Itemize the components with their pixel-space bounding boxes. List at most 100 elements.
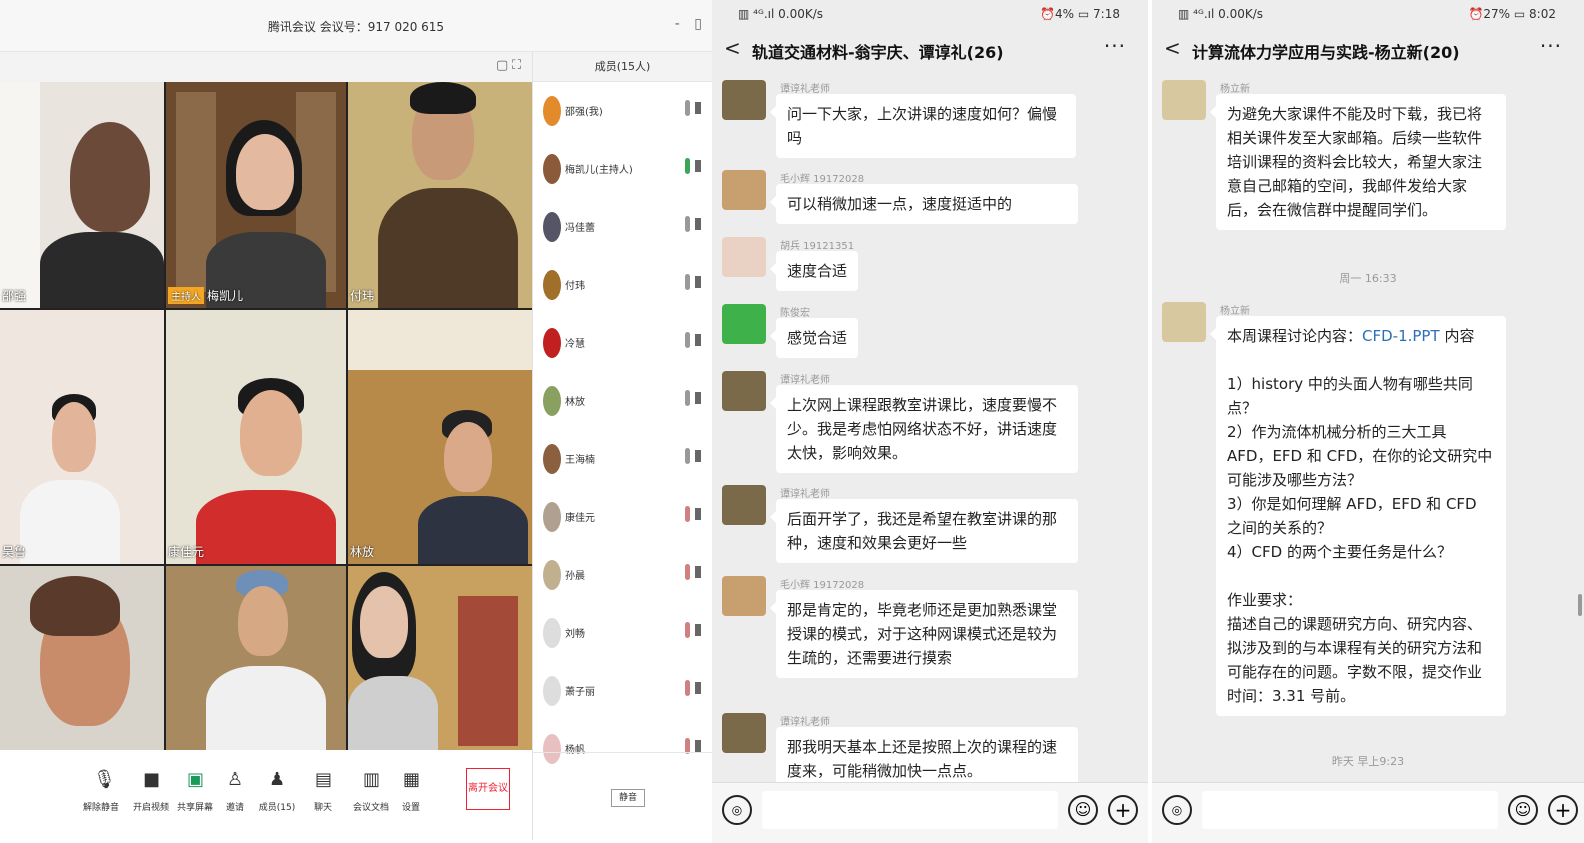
mic-icon	[685, 506, 690, 522]
avatar[interactable]	[722, 304, 766, 344]
message-intro: 本周课程讨论内容：CFD-1.PPT 内容	[1227, 327, 1475, 345]
timestamp: 周一 16:33	[1339, 272, 1397, 285]
avatar[interactable]	[722, 80, 766, 120]
avatar[interactable]	[722, 576, 766, 616]
avatar[interactable]	[722, 485, 766, 525]
mic-icon	[685, 680, 690, 696]
avatar[interactable]	[722, 237, 766, 277]
documents-button[interactable]: ▥ 会议文档	[352, 768, 390, 813]
video-toolbar-strip: ▢ ⛶	[0, 52, 532, 82]
scrollbar[interactable]	[1578, 594, 1582, 616]
share-screen-button[interactable]: ▣ 共享屏幕	[176, 768, 214, 813]
settings-button[interactable]: ▦ 设置	[392, 768, 430, 813]
member-row[interactable]: 冯佳蕾	[533, 202, 713, 252]
unmute-button[interactable]: 🎙 解除静音	[82, 768, 120, 813]
camera-icon	[695, 218, 701, 230]
wechat-chat-1: ▥ ⁴ᴳ.ıl 0.00K/s ⏰4% ▭ 7:18 < 轨道交通材料-翁宇庆、…	[712, 0, 1148, 843]
video-tile[interactable]: 邵强	[0, 82, 164, 308]
timestamp: 昨天 早上9:23	[1331, 755, 1405, 768]
avatar[interactable]	[1162, 80, 1206, 120]
avatar	[543, 212, 561, 242]
members-button[interactable]: ♟ 成员(15)	[258, 768, 296, 813]
plus-icon[interactable]: +	[1548, 795, 1578, 825]
avatar[interactable]	[722, 371, 766, 411]
video-tile[interactable]: 主持人 梅凯儿	[166, 82, 346, 308]
leave-meeting-button[interactable]: 离开会议	[466, 768, 510, 810]
avatar	[543, 386, 561, 416]
mic-icon	[685, 274, 690, 290]
message-bubble[interactable]: 问一下大家，上次讲课的速度如何？偏慢吗	[770, 94, 1076, 158]
battery-time: ⏰4% ▭ 7:18	[1040, 7, 1120, 21]
message-input[interactable]	[762, 791, 1058, 829]
message-bubble[interactable]: 那是肯定的，毕竟老师还是更加熟悉课堂授课的模式，对于这种网课模式还是较为生疏的，…	[770, 590, 1078, 678]
avatar[interactable]	[1162, 302, 1206, 342]
member-row[interactable]: 付玮	[533, 260, 713, 310]
message-bubble[interactable]: 可以稍微加速一点，速度挺适中的	[770, 184, 1078, 224]
back-icon[interactable]: <	[724, 36, 741, 60]
avatar	[543, 154, 561, 184]
back-icon[interactable]: <	[1164, 36, 1181, 60]
more-icon[interactable]: ···	[1104, 34, 1126, 58]
plus-icon[interactable]: +	[1108, 795, 1138, 825]
member-row[interactable]: 邵强(我)	[533, 86, 713, 136]
question-1: 1）history 中的头面人物有哪些共同点？	[1227, 375, 1473, 417]
attachment-link[interactable]: CFD-1.PPT	[1362, 327, 1440, 345]
emoji-icon[interactable]: ☺	[1068, 795, 1098, 825]
layout-icon[interactable]: ▢	[496, 58, 508, 73]
member-row[interactable]: 冷慧	[533, 318, 713, 368]
video-tile[interactable]: 林放	[348, 310, 532, 564]
avatar[interactable]	[722, 170, 766, 210]
message-bubble[interactable]: 感觉合适	[769, 318, 859, 358]
member-row[interactable]: 萧子丽	[533, 666, 713, 716]
chat-header: < 轨道交通材料-翁宇庆、谭谆礼(26) ···	[712, 28, 1148, 72]
meeting-window: 腾讯会议 会议号：917 020 615 - ▯ ▢ ⛶ 邵强 主持人 梅凯儿 …	[0, 0, 713, 843]
meeting-title-bar: 腾讯会议 会议号：917 020 615 - ▯	[0, 0, 712, 52]
video-tile[interactable]: 康佳元	[166, 310, 346, 564]
voice-icon[interactable]: ◎	[1162, 795, 1192, 825]
mic-icon	[685, 564, 690, 580]
camera-icon	[695, 102, 701, 114]
video-tile[interactable]: 吴鲁	[0, 310, 164, 564]
emoji-icon[interactable]: ☺	[1508, 795, 1538, 825]
host-badge: 主持人	[168, 287, 204, 304]
voice-icon[interactable]: ◎	[722, 795, 752, 825]
participant-name: 吴鲁	[2, 545, 27, 559]
video-tile[interactable]: 付玮	[348, 82, 532, 308]
avatar	[543, 270, 561, 300]
members-footer: 静音	[533, 752, 713, 840]
invite-button[interactable]: ♙ 邀请	[216, 768, 254, 813]
member-row[interactable]: 刘畅	[533, 608, 713, 658]
mute-all-button[interactable]: 静音	[611, 789, 645, 807]
participant-name: 康佳元	[168, 545, 205, 559]
mic-icon	[685, 216, 690, 232]
document-icon: ▥	[363, 769, 381, 790]
status-bar: ▥ ⁴ᴳ.ıl 0.00K/s ⏰27% ▭ 8:02	[1152, 0, 1584, 28]
video-tile[interactable]	[348, 566, 532, 750]
start-video-button[interactable]: ■ 开启视频	[132, 768, 170, 813]
message-bubble[interactable]: 上次网上课程跟教室讲课比，速度要慢不少。我是考虑怕网络状态不好，讲话速度太快，影…	[770, 385, 1078, 473]
maximize-button[interactable]: ▯	[694, 16, 702, 32]
message-input[interactable]	[1202, 791, 1498, 829]
avatar[interactable]	[722, 713, 766, 753]
fullscreen-icon[interactable]: ⛶	[512, 58, 521, 73]
camera-icon	[695, 276, 701, 288]
member-row[interactable]: 康佳元	[533, 492, 713, 542]
message-bubble[interactable]: 本周课程讨论内容：CFD-1.PPT 内容 1）history 中的头面人物有哪…	[1210, 316, 1506, 716]
window-controls: - ▯	[665, 16, 702, 32]
video-tile[interactable]	[0, 566, 164, 750]
more-icon[interactable]: ···	[1540, 34, 1562, 58]
participant-name: 邵强	[2, 289, 27, 303]
member-row[interactable]: 林放	[533, 376, 713, 426]
member-row[interactable]: 王海楠	[533, 434, 713, 484]
battery-time: ⏰27% ▭ 8:02	[1468, 7, 1556, 21]
member-row[interactable]: 梅凯儿(主持人)	[533, 144, 713, 194]
mic-icon	[685, 158, 690, 174]
member-row[interactable]: 孙晨	[533, 550, 713, 600]
members-panel: 成员(15人) 邵强(我) 梅凯儿(主持人) 冯佳蕾 付玮 冷慧 林放 王海楠 …	[532, 52, 713, 840]
message-bubble[interactable]: 后面开学了，我还是希望在教室讲课的那种，速度和效果会更好一些	[770, 499, 1078, 563]
chat-button[interactable]: ▤ 聊天	[304, 768, 342, 813]
minimize-button[interactable]: -	[675, 16, 680, 32]
message-bubble[interactable]: 为避免大家课件不能及时下载，我已将相关课件发至大家邮箱。后续一些软件培训课程的资…	[1210, 94, 1506, 230]
message-bubble[interactable]: 速度合适	[769, 251, 859, 291]
video-tile[interactable]	[166, 566, 346, 750]
